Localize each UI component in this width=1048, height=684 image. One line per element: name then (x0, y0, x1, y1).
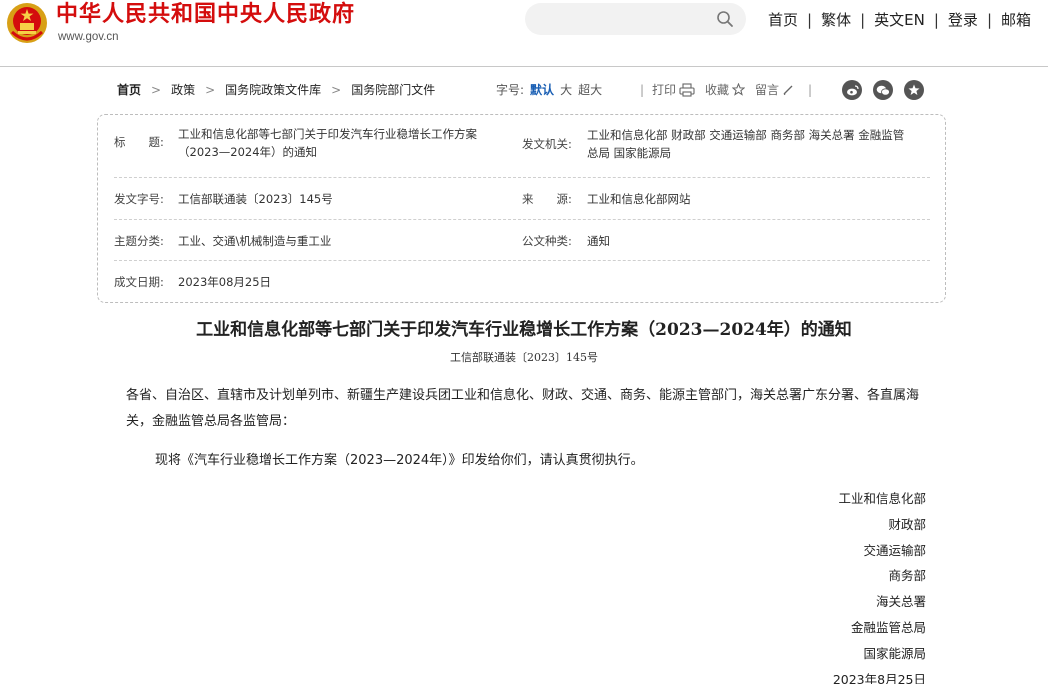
doc-type-value: 通知 (587, 234, 610, 248)
chevron-right-icon: > (331, 82, 342, 97)
signer-line: 国家能源局 (863, 645, 926, 661)
issuer-label: 发文机关: (522, 137, 572, 151)
wechat-icon[interactable] (873, 80, 893, 100)
article-salutation: 各省、自治区、直辖市及计划单列市、新疆生产建设兵团工业和信息化、财政、交通、商务… (126, 388, 920, 429)
site-name[interactable]: 中华人民共和国中央人民政府 (56, 1, 355, 29)
comment-button[interactable]: 留言 (755, 81, 794, 98)
title-value: 工业和信息化部等七部门关于印发汽车行业稳增长工作方案 （2023—2024年）的… (178, 125, 498, 161)
source-value: 工业和信息化部网站 (587, 192, 691, 206)
document-info-box: 标 题: 工业和信息化部等七部门关于印发汽车行业稳增长工作方案 （2023—20… (97, 114, 946, 303)
signer-line: 金融监管总局 (850, 619, 926, 635)
nav-home-link[interactable]: 首页 (768, 9, 798, 31)
nav-separator: | (860, 11, 866, 29)
pencil-icon (783, 85, 793, 95)
signer-line: 财政部 (888, 516, 926, 532)
chevron-right-icon: > (151, 82, 162, 97)
comment-label: 留言 (755, 83, 780, 97)
signing-date: 2023年8月25日 (832, 671, 926, 684)
source-label: 来 源: (522, 192, 572, 206)
site-header: 中华人民共和国中央人民政府 www.gov.cn 首页 | 繁体 | 英文EN … (0, 0, 1048, 67)
favorite-button[interactable]: 收藏 (705, 81, 746, 98)
nav-traditional-link[interactable]: 繁体 (821, 9, 851, 31)
favorite-label: 收藏 (705, 83, 730, 97)
national-emblem-icon[interactable] (6, 2, 48, 44)
signer-line: 交通运输部 (863, 542, 926, 558)
font-size-selector: 字号: 默认 大 超大 (496, 81, 608, 98)
breadcrumb-policy-library[interactable]: 国务院政策文件库 (225, 81, 321, 98)
divider: | (640, 82, 645, 97)
title-value-line2: （2023—2024年）的通知 (178, 145, 318, 159)
breadcrumb-policy[interactable]: 政策 (171, 81, 195, 98)
issuer-value-line1: 工业和信息化部 财政部 交通运输部 商务部 海关总署 金融监管 (587, 128, 905, 142)
signer-line: 商务部 (888, 568, 926, 584)
chevron-right-icon: > (205, 82, 216, 97)
issuer-value-line2: 总局 国家能源局 (587, 146, 672, 160)
share-buttons (842, 80, 924, 100)
font-size-default[interactable]: 默认 (530, 81, 554, 98)
doc-number-value: 工信部联通装〔2023〕145号 (178, 192, 333, 206)
font-size-xlarge[interactable]: 超大 (578, 81, 602, 98)
info-row-docno: 发文字号: 工信部联通装〔2023〕145号 来 源: 工业和信息化部网站 (114, 178, 930, 220)
print-label: 打印 (652, 83, 677, 97)
breadcrumb: 首页 > 政策 > 国务院政策文件库 > 国务院部门文件 (117, 81, 435, 98)
nav-separator: | (807, 11, 813, 29)
category-value: 工业、交通\机械制造与重工业 (178, 234, 332, 248)
nav-login-link[interactable]: 登录 (948, 9, 978, 31)
nav-separator: | (933, 11, 939, 29)
print-button[interactable]: 打印 (652, 81, 695, 98)
article-tools: | 打印 收藏 留言 | (640, 81, 813, 98)
nav-english-link[interactable]: 英文EN (874, 9, 925, 31)
star-icon (732, 83, 746, 96)
doc-type-label: 公文种类: (522, 234, 572, 248)
article-title: 工业和信息化部等七部门关于印发汽车行业稳增长工作方案（2023—2024年）的通… (196, 320, 852, 340)
issuer-value: 工业和信息化部 财政部 交通运输部 商务部 海关总署 金融监管 总局 国家能源局 (587, 126, 937, 162)
title-label: 标 题: (114, 135, 164, 149)
site-url[interactable]: www.gov.cn (58, 30, 119, 44)
nav-mail-link[interactable]: 邮箱 (1001, 9, 1031, 31)
info-row-category: 主题分类: 工业、交通\机械制造与重工业 公文种类: 通知 (114, 220, 930, 261)
signer-line: 海关总署 (875, 594, 926, 610)
info-row-date: 成文日期: 2023年08月25日 (114, 261, 930, 301)
doc-number-label: 发文字号: (114, 192, 164, 206)
date-value: 2023年08月25日 (178, 275, 272, 289)
top-nav: 首页 | 繁体 | 英文EN | 登录 | 邮箱 (768, 9, 1031, 31)
article-doc-number: 工信部联通装〔2023〕145号 (450, 351, 598, 364)
qzone-icon[interactable] (904, 80, 924, 100)
title-value-line1: 工业和信息化部等七部门关于印发汽车行业稳增长工作方案 (178, 127, 477, 141)
search-icon[interactable] (716, 10, 734, 28)
date-label: 成文日期: (114, 275, 164, 289)
font-size-label: 字号: (496, 83, 525, 97)
breadcrumb-home[interactable]: 首页 (117, 81, 141, 98)
info-row-title: 标 题: 工业和信息化部等七部门关于印发汽车行业稳增长工作方案 （2023—20… (114, 125, 930, 178)
signers-block: 工业和信息化部 财政部 交通运输部 商务部 海关总署 金融监管总局 国家能源局 … (833, 486, 926, 684)
category-label: 主题分类: (114, 234, 164, 248)
nav-separator: | (986, 11, 992, 29)
font-size-large[interactable]: 大 (560, 81, 572, 98)
printer-icon (679, 82, 695, 97)
article-toolbar: 首页 > 政策 > 国务院政策文件库 > 国务院部门文件 字号: 默认 大 超大… (0, 78, 1048, 104)
breadcrumb-department-docs[interactable]: 国务院部门文件 (351, 81, 435, 98)
weibo-icon[interactable] (842, 80, 862, 100)
divider: | (808, 82, 813, 97)
article-body: 现将《汽车行业稳增长工作方案（2023—2024年）》印发给你们，请认真贯彻执行… (155, 453, 644, 468)
search-input[interactable] (525, 3, 746, 35)
signer-line: 工业和信息化部 (838, 491, 926, 506)
